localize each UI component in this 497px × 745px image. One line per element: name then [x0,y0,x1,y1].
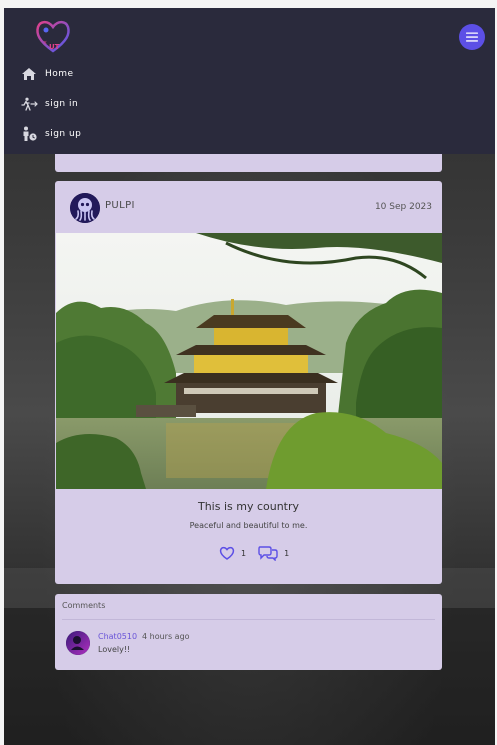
logo-text: UT [49,43,60,51]
app-logo[interactable]: UT × [34,18,72,54]
post-description: Peaceful and beautiful to me. [189,521,308,530]
post-username[interactable]: PULPI [105,200,135,211]
heart-icon [219,546,235,560]
like-count: 1 [241,548,247,558]
avatar[interactable] [66,631,90,655]
comment-count: 1 [284,548,290,558]
post-date: 10 Sep 2023 [374,202,432,212]
nav-item-label: Home [45,69,74,79]
octopus-avatar-icon [70,193,100,223]
comments-section: Comments Chat0510 4 hours ago Lovely!! [55,594,442,670]
post-card: PULPI 10 Sep 2023 This is my country Pea… [55,181,442,584]
heart-logo-icon: UT × [36,20,70,53]
avatar[interactable] [70,193,100,223]
comments-title: Comments [62,601,106,610]
post-image[interactable] [56,233,442,489]
comment-text: Lovely!! [98,645,131,654]
nav-item-home[interactable]: Home [20,64,74,84]
home-icon [20,66,38,82]
menu-button[interactable] [459,24,485,50]
divider [62,619,435,620]
comment-button[interactable] [258,545,278,561]
post-title: This is my country [197,500,300,513]
nav-item-label: sign up [45,129,82,139]
comment-time: 4 hours ago [142,632,190,641]
svg-text:×: × [43,40,47,46]
like-button[interactable] [219,546,235,560]
post-actions: 1 1 [219,545,289,561]
sign-up-icon [20,126,38,142]
hamburger-icon [466,32,478,42]
navbar: UT × Home sign in sign up [4,8,495,154]
app-viewport: UT × Home sign in sign up PULPI 10 Sep 2… [4,8,495,745]
chat-bubbles-icon [258,546,278,561]
nav-item-label: sign in [45,99,79,109]
sign-in-icon [20,96,38,112]
nav-item-sign-in[interactable]: sign in [20,94,78,114]
comment-username[interactable]: Chat0510 [98,632,137,641]
nav-item-sign-up[interactable]: sign up [20,124,81,144]
golden-pavilion-photo [56,233,442,489]
user-avatar-icon [66,631,90,655]
